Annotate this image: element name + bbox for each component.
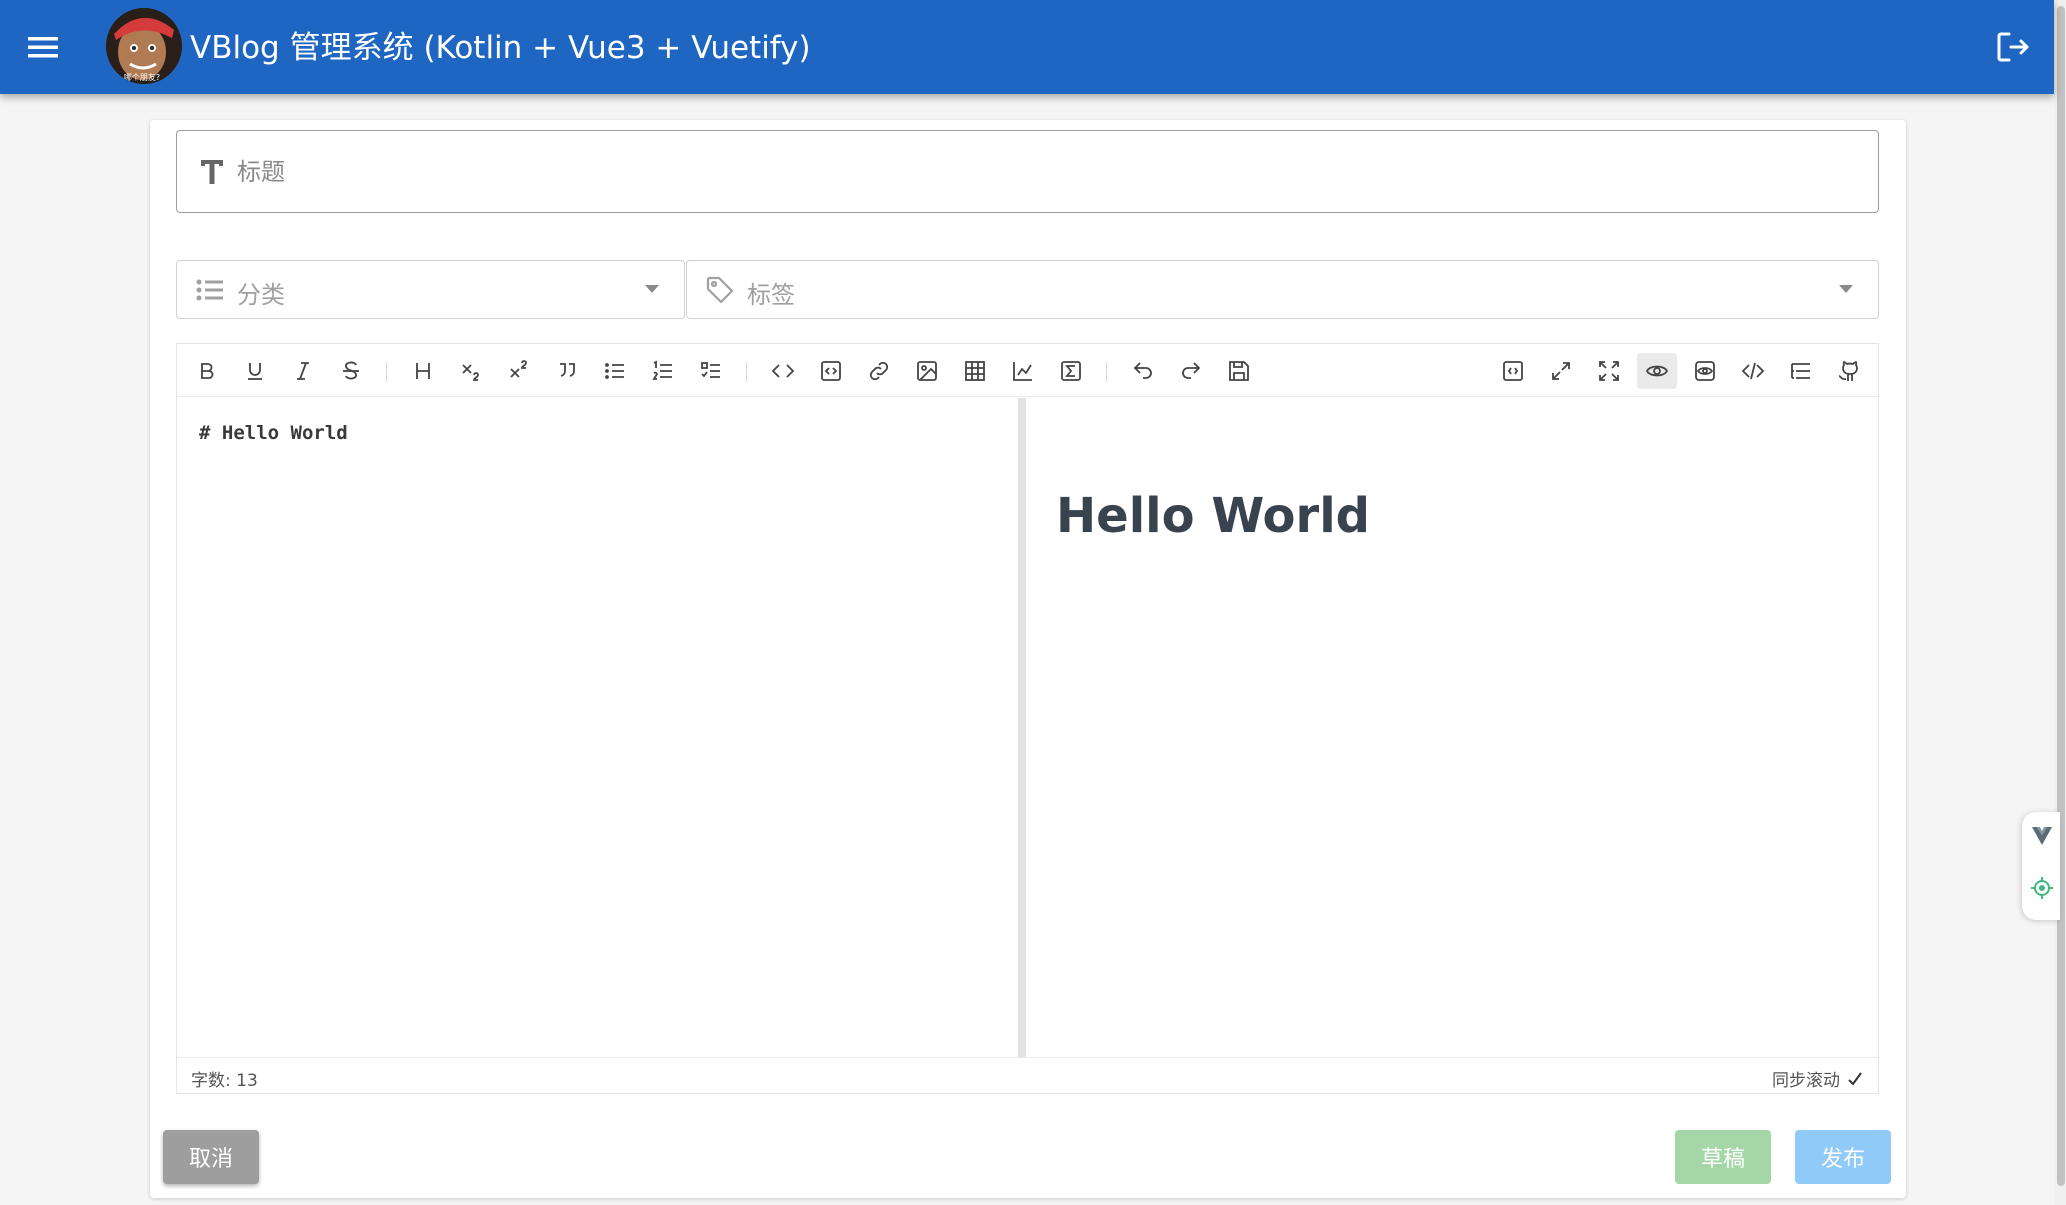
check-icon[interactable]	[1846, 1070, 1864, 1088]
floating-widget	[2022, 812, 2060, 920]
preview-icon[interactable]	[1637, 353, 1677, 389]
bold-icon[interactable]	[191, 355, 223, 387]
page-scrollbar-thumb[interactable]	[2057, 6, 2065, 1186]
italic-icon[interactable]	[287, 355, 319, 387]
inline-code-icon[interactable]	[767, 355, 799, 387]
unordered-list-icon[interactable]	[599, 355, 631, 387]
cancel-button[interactable]: 取消	[163, 1130, 259, 1184]
editor-toolbar	[177, 344, 1878, 397]
fullscreen-icon[interactable]	[1545, 355, 1577, 387]
vue-logo-icon[interactable]	[2030, 824, 2054, 848]
underline-icon[interactable]	[239, 355, 271, 387]
sync-scroll-label: 同步滚动	[1772, 1071, 1840, 1091]
sync-scroll-toggle[interactable]: 同步滚动	[1772, 1066, 1864, 1091]
category-select[interactable]: 分类	[176, 260, 685, 319]
preview-heading: Hello World	[1056, 488, 1371, 544]
undo-icon[interactable]	[1127, 355, 1159, 387]
link-icon[interactable]	[863, 355, 895, 387]
strikethrough-icon[interactable]	[335, 355, 367, 387]
quote-icon[interactable]	[551, 355, 583, 387]
logout-icon[interactable]	[1992, 26, 2034, 68]
chevron-down-icon	[645, 285, 659, 293]
preview-pane: Hello World	[1026, 398, 1878, 1058]
heading-icon[interactable]	[407, 355, 439, 387]
task-list-icon[interactable]	[695, 355, 727, 387]
markdown-editor: # Hello World Hello World 字数: 13 同步滚动	[176, 343, 1879, 1094]
page-fullscreen-icon[interactable]	[1497, 355, 1529, 387]
tag-icon	[706, 276, 734, 304]
image-icon[interactable]	[911, 355, 943, 387]
html-preview-icon[interactable]	[1737, 355, 1769, 387]
save-icon[interactable]	[1223, 355, 1255, 387]
menu-icon[interactable]	[22, 26, 64, 68]
formula-icon[interactable]	[1055, 355, 1087, 387]
tags-label: 标签	[747, 281, 795, 309]
word-count: 字数: 13	[191, 1071, 258, 1091]
markdown-input[interactable]: # Hello World	[177, 398, 1018, 1058]
github-icon[interactable]	[1833, 355, 1865, 387]
category-label: 分类	[237, 281, 285, 309]
avatar[interactable]: 哪个朋友?	[106, 8, 182, 84]
draft-button[interactable]: 草稿	[1675, 1130, 1771, 1184]
tags-select[interactable]: 标签	[686, 260, 1879, 319]
app-bar: 哪个朋友? VBlog 管理系统 (Kotlin + Vue3 + Vuetif…	[0, 0, 2054, 94]
title-icon	[201, 160, 223, 184]
preview-only-icon[interactable]	[1689, 355, 1721, 387]
pane-divider	[1018, 398, 1026, 1058]
subscript-icon[interactable]	[455, 355, 487, 387]
publish-button[interactable]: 发布	[1795, 1130, 1891, 1184]
fullscreen-expand-icon[interactable]	[1593, 355, 1625, 387]
locate-icon[interactable]	[2030, 876, 2054, 900]
title-input[interactable]	[237, 153, 1837, 191]
editor-footer: 字数: 13 同步滚动	[177, 1057, 1878, 1093]
ordered-list-icon[interactable]	[647, 355, 679, 387]
avatar-caption: 哪个朋友?	[124, 72, 160, 82]
code-block-icon[interactable]	[815, 355, 847, 387]
redo-icon[interactable]	[1175, 355, 1207, 387]
app-title: VBlog 管理系统 (Kotlin + Vue3 + Vuetify)	[190, 30, 811, 66]
table-icon[interactable]	[959, 355, 991, 387]
superscript-icon[interactable]	[503, 355, 535, 387]
list-icon	[196, 279, 223, 301]
title-field[interactable]	[176, 130, 1879, 213]
chevron-down-icon	[1839, 285, 1853, 293]
chart-icon[interactable]	[1007, 355, 1039, 387]
catalog-icon[interactable]	[1785, 355, 1817, 387]
